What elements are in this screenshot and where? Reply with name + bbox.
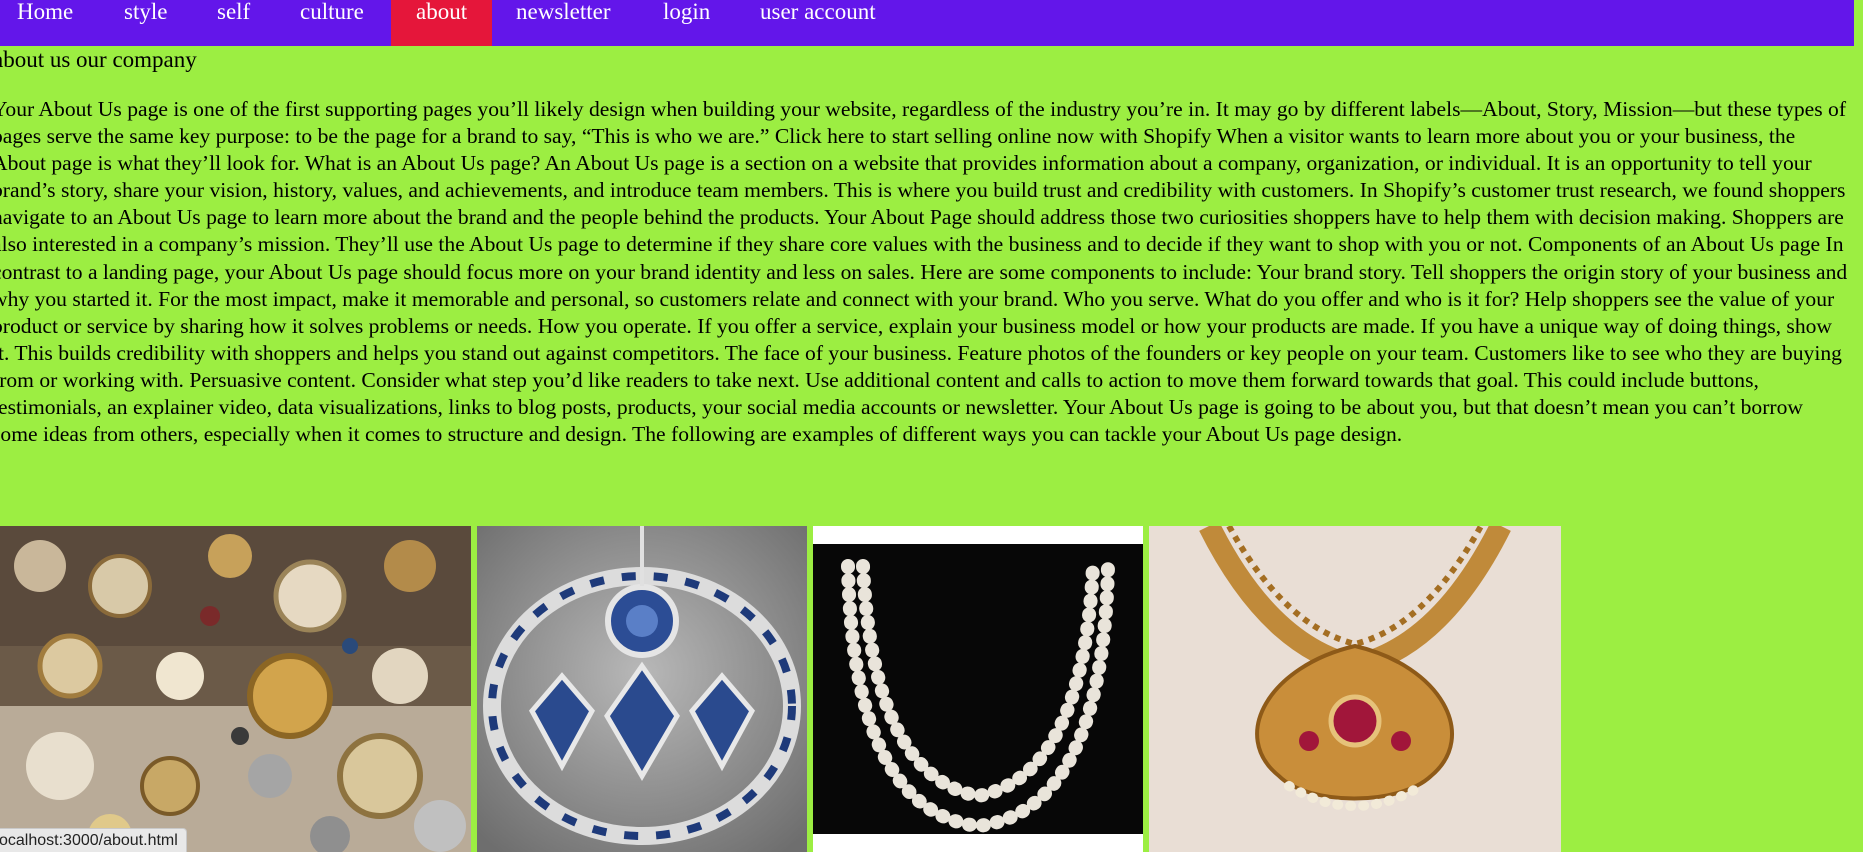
image-gallery: [0, 526, 1863, 852]
page-heading: about us our company: [0, 47, 197, 72]
gold-necklace-image: [1149, 526, 1561, 852]
nav-about-link[interactable]: about: [391, 0, 493, 46]
sapphire-jewelry-set-image: [477, 526, 807, 852]
pearl-necklace-image: [813, 526, 1143, 852]
nav-login-link[interactable]: login: [663, 0, 710, 46]
nav-newsletter-link[interactable]: newsletter: [516, 0, 611, 46]
nav-self-link[interactable]: self: [217, 0, 250, 46]
nav-culture-link[interactable]: culture: [300, 0, 364, 46]
top-nav: Home style self culture about newsletter…: [0, 0, 1854, 46]
status-bar-url: ocalhost:3000/about.html: [0, 828, 187, 852]
nav-style-link[interactable]: style: [124, 0, 167, 46]
nav-user-account-link[interactable]: user account: [760, 0, 876, 46]
nav-home-link[interactable]: Home: [17, 0, 73, 46]
about-paragraph: Your About Us page is one of the first s…: [0, 97, 1848, 447]
assorted-jewelry-image: [0, 526, 471, 852]
page: Home style self culture about newsletter…: [0, 0, 1863, 852]
